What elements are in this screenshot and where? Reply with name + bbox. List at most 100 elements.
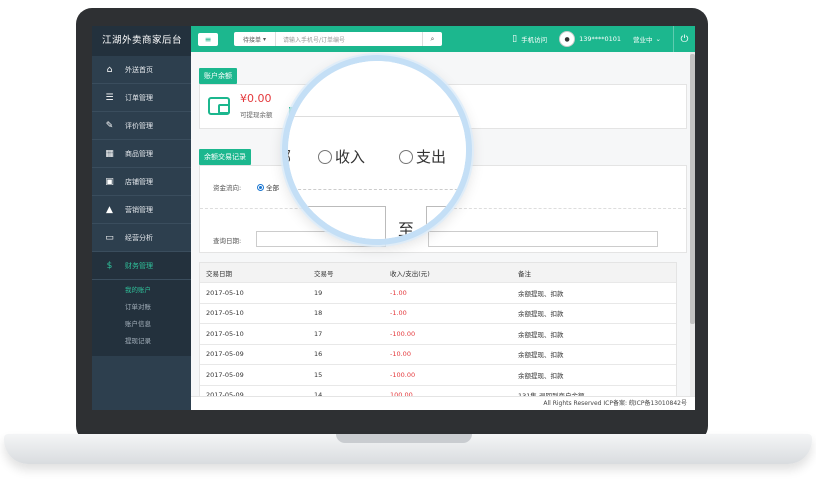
table-row: 2017-05-0914100.00131集,退回到商户余额 [200,386,676,396]
col-date: 交易日期 [206,269,232,278]
row-note: 余额提现、扣款 [518,330,564,339]
store-icon: ▣ [105,176,114,187]
sidebar-item-label: 店铺管理 [125,177,153,186]
radio-unchecked-icon [399,149,413,164]
mag-dashed-divider [288,189,466,190]
menu-toggle-button[interactable]: ≡ [198,32,218,46]
row-note: 余额提现、扣款 [518,371,564,380]
flow-label: 资金流向: [213,184,242,192]
subnav-account-info[interactable]: 账户信息 [92,316,191,333]
sidebar-item-label: 财务管理 [125,261,153,270]
logout-button[interactable]: ⏻ [673,26,695,52]
row-amount: -100.00 [390,329,416,338]
store-status-dropdown[interactable]: 营业中 ⌄ [633,34,661,44]
row-date: 2017-05-09 [206,370,244,379]
store-status-label: 营业中 [633,36,653,44]
laptop-notch [336,434,472,443]
radio-unchecked-icon [318,149,332,164]
sidebar-item-3[interactable]: ✎ 评价管理 [92,112,191,140]
row-date: 2017-05-10 [206,309,244,318]
row-note: 余额提现、扣款 [518,351,564,360]
mag-divider [288,116,466,117]
row-number: 17 [314,329,323,338]
balance-amount-label: 可提现余额 [240,111,273,119]
chevron-down-icon: ⌄ [655,35,661,43]
hamburger-icon: ≡ [204,34,212,44]
search-type-select[interactable]: 待接单 ▾ [234,32,276,46]
finance-icon: $ [106,260,113,271]
radio-income-label: 收入 [335,148,366,166]
user-phone: 139****0101 [579,35,622,43]
search-icon: ⌕ [430,34,435,43]
balance-section-title: 账户余额 [199,68,237,84]
radio-all-label: 全部 [266,184,279,192]
scrollbar[interactable] [690,52,695,396]
mobile-access-link[interactable]: ▯ 手机访问 [512,34,547,44]
row-number: 15 [314,370,323,379]
wallet-icon [208,97,230,115]
table-row: 2017-05-10 18 -1.00 余额提现、扣款 [200,304,676,324]
power-icon: ⏻ [680,33,689,45]
footer: All Rights Reserved ICP备案: 皖ICP备13010842… [191,396,695,410]
app-title: 江湖外卖商家后台 [92,26,191,56]
sidebar-subnav: 我的账户 订单对账 账户信息 提现记录 [92,280,191,356]
radio-all[interactable]: 全部 [257,182,279,192]
row-number: 18 [314,309,323,318]
search-input[interactable]: 请输入手机号/订单编号 [276,35,422,44]
col-note: 备注 [518,269,531,278]
row-date: 2017-05-10 [206,288,244,297]
radio-expense[interactable]: 支出 [399,146,446,167]
magnifier-lens: 部 收入 支出 至 [282,55,472,245]
top-bar: ≡ 待接单 ▾ 请输入手机号/订单编号 ⌕ ▯ 手机访问 ● 139****01… [191,26,695,52]
sidebar-item-5[interactable]: ▣ 店铺管理 [92,168,191,196]
home-icon: ⌂ [106,64,113,75]
mag-partial-text: 部 [288,146,291,167]
transactions-table: 交易日期 交易号 收入/支出(元) 备注 2017-05-10 19 -1.00 余额… [199,262,677,396]
table-row: 2017-05-09 15 -100.00 余额提现、扣款 [200,365,676,386]
user-menu[interactable]: ● 139****0101 [559,31,621,47]
sidebar-item-label: 外送首页 [125,65,153,74]
radio-expense-label: 支出 [416,148,447,166]
marketing-icon: ▲ [106,204,113,215]
row-note: 余额提现、扣款 [518,289,564,298]
subnav-my-account[interactable]: 我的账户 [92,282,191,299]
row-date: 2017-05-10 [206,329,244,338]
row-date: 2017-05-09 [206,350,244,359]
sidebar-item-label: 商品管理 [125,149,153,158]
search-type-label: 待接单 [243,36,262,44]
col-amount: 收入/支出(元) [390,269,430,278]
subnav-withdraw-records[interactable]: 提现记录 [92,333,191,350]
sidebar-item-label: 订单管理 [125,93,153,102]
sidebar-item-8[interactable]: $ 财务管理 [92,252,191,280]
sidebar-item-4[interactable]: ▦ 商品管理 [92,140,191,168]
sidebar-item-2[interactable]: ☰ 订单管理 [92,84,191,112]
radio-checked-icon [257,183,264,191]
balance-amount: ¥0.00 [240,92,272,105]
row-number: 19 [314,288,323,297]
sidebar: 江湖外卖商家后台 ⌂ 外送首页 ☰ 订单管理 ✎ 评价管理 ▦ 商品管理 ▣ 店铺管理 ▲ 营销管理 ▭… [92,26,191,410]
table-row: 2017-05-10 19 -1.00 余额提现、扣款 [200,283,676,304]
avatar: ● [559,31,576,47]
subnav-order-reconcile[interactable]: 订单对账 [92,299,191,316]
radio-income[interactable]: 收入 [318,146,365,167]
scrollbar-thumb[interactable] [690,54,695,324]
row-note: 余额提现、扣款 [518,310,564,319]
sidebar-item-7[interactable]: ▭ 经营分析 [92,224,191,252]
search-button[interactable]: ⌕ [422,32,442,46]
table-header: 交易日期 交易号 收入/支出(元) 备注 [200,263,676,283]
table-row: 2017-05-10 17 -100.00 余额提现、扣款 [200,324,676,345]
row-amount: -100.00 [390,370,416,379]
table-row: 2017-05-09 16 -10.00 余额提现、扣款 [200,345,676,365]
row-amount: -1.00 [390,309,407,318]
sidebar-item-label: 评价管理 [125,121,153,130]
mobile-access-label: 手机访问 [521,36,548,44]
sidebar-item-1[interactable]: ⌂ 外送首页 [92,56,191,84]
analysis-icon: ▭ [105,232,114,243]
goods-icon: ▦ [105,148,114,159]
sidebar-item-6[interactable]: ▲ 营销管理 [92,196,191,224]
date-range-to: 至 [398,220,415,239]
sidebar-item-label: 营销管理 [125,205,153,214]
search-bar: 待接单 ▾ 请输入手机号/订单编号 ⌕ [234,32,442,46]
col-number: 交易号 [314,269,334,278]
row-amount: -10.00 [390,350,411,359]
